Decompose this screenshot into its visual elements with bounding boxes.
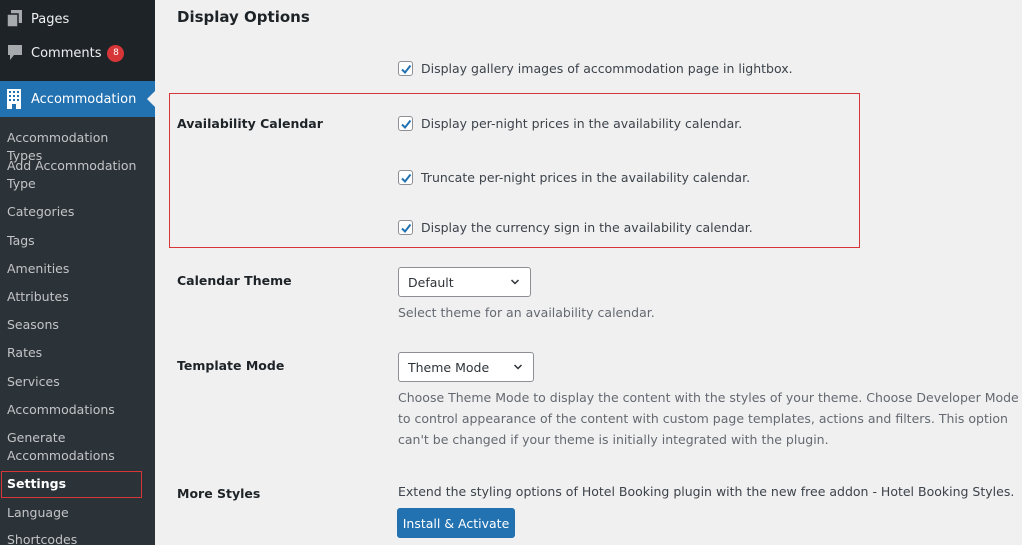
chevron-down-icon [510,279,520,285]
admin-sidebar: Pages Comments 8 Accommodation Accommoda… [0,0,155,545]
template-mode-select[interactable]: Theme Mode [398,352,534,382]
submenu-item-rates[interactable]: Rates [7,344,147,362]
calendar-theme-description: Select theme for an availability calenda… [398,305,655,320]
truncate-prices-option[interactable]: Truncate per-night prices in the availab… [398,170,750,185]
per-night-prices-checkbox[interactable] [398,116,413,131]
submenu-item-tags[interactable]: Tags [7,232,147,250]
submenu-item-language[interactable]: Language [7,504,147,522]
settings-content: Display Options Display gallery images o… [155,0,1022,545]
checkbox-label: Display per-night prices in the availabi… [421,116,743,131]
checkmark-icon [400,119,411,129]
template-mode-description-line-3: can't be changed if your theme is initia… [398,432,829,447]
checkmark-icon [400,223,411,233]
building-icon [4,89,24,109]
submenu-item-seasons[interactable]: Seasons [7,316,147,334]
template-mode-label: Template Mode [177,358,285,373]
checkmark-icon [400,173,411,183]
currency-sign-option[interactable]: Display the currency sign in the availab… [398,220,753,235]
submenu-item-shortcodes[interactable]: Shortcodes [7,531,147,545]
submenu-item-add-accommodation-type[interactable]: Add Accommodation Type [7,157,147,193]
comments-count-badge: 8 [107,44,125,62]
submenu-item-services[interactable]: Services [7,373,147,391]
per-night-prices-option[interactable]: Display per-night prices in the availabi… [398,116,742,131]
submenu-item-categories[interactable]: Categories [7,203,147,221]
checkbox-label: Display gallery images of accommodation … [421,61,793,76]
more-styles-description: Extend the styling options of Hotel Book… [398,484,1015,499]
template-mode-description-line-2: to control appearance of the content wit… [398,411,1008,426]
availability-calendar-label: Availability Calendar [177,116,323,131]
select-value: Theme Mode [408,359,490,375]
submenu-item-accommodations[interactable]: Accommodations [7,401,147,419]
chevron-down-icon [513,364,523,370]
section-title: Display Options [177,8,310,26]
calendar-theme-select[interactable]: Default [398,267,531,297]
active-menu-arrow [147,91,155,107]
submenu-item-amenities[interactable]: Amenities [7,260,147,278]
sidebar-item-label: Comments [31,45,102,61]
currency-sign-checkbox[interactable] [398,220,413,235]
sidebar-item-pages[interactable]: Pages [0,2,155,36]
comments-icon [5,43,25,63]
sidebar-item-comments[interactable]: Comments 8 [0,36,155,70]
checkmark-icon [400,64,411,74]
gallery-lightbox-option[interactable]: Display gallery images of accommodation … [398,61,793,76]
truncate-prices-checkbox[interactable] [398,170,413,185]
submenu-item-generate-accommodations[interactable]: Generate Accommodations [7,429,127,465]
more-styles-label: More Styles [177,486,261,501]
sidebar-item-label: Pages [31,11,70,27]
calendar-theme-label: Calendar Theme [177,273,292,288]
pages-icon [5,9,25,29]
template-mode-description-line-1: Choose Theme Mode to display the content… [398,390,1019,405]
sidebar-item-label: Accommodation [31,91,137,107]
sidebar-item-accommodation[interactable]: Accommodation [0,81,155,117]
settings-highlight-box [1,471,142,498]
checkbox-label: Truncate per-night prices in the availab… [421,170,751,185]
install-activate-button[interactable]: Install & Activate [397,508,515,538]
gallery-lightbox-checkbox[interactable] [398,61,413,76]
checkbox-label: Display the currency sign in the availab… [421,220,753,235]
select-value: Default [408,274,454,290]
submenu-item-attributes[interactable]: Attributes [7,288,147,306]
